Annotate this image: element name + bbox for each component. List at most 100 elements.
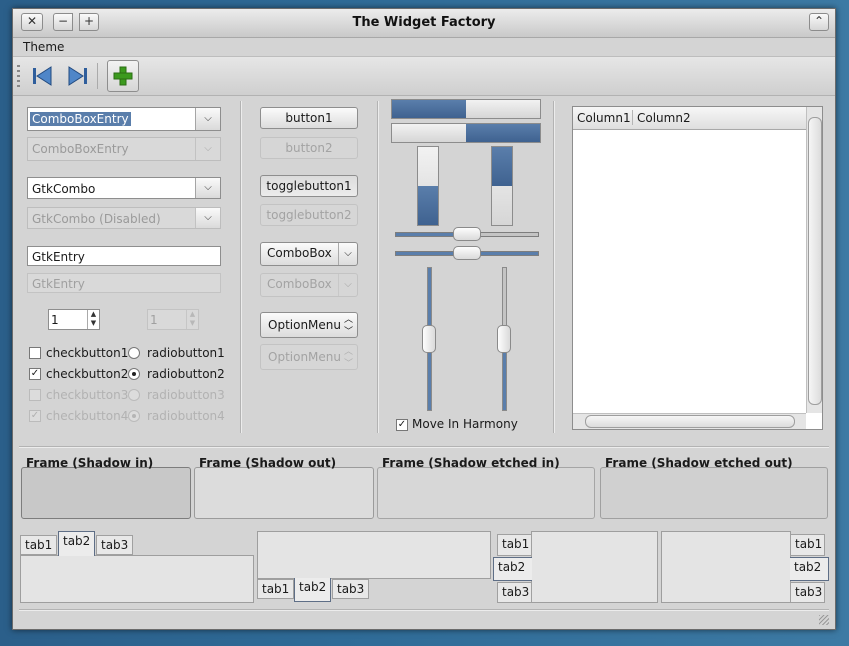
tab-tab3[interactable]: tab3: [790, 582, 825, 603]
move-in-harmony-box[interactable]: ✓: [396, 419, 408, 431]
radiobutton3-circle: [128, 389, 140, 401]
frame-shadow-etched-in: Frame (Shadow etched in): [377, 456, 595, 519]
gtk-combo-disabled: GtkCombo (Disabled) ⌵: [27, 207, 221, 229]
scale-knob[interactable]: [453, 246, 481, 260]
tab-tab2[interactable]: tab2: [493, 557, 532, 581]
horizontal-scrollbar[interactable]: [573, 413, 806, 429]
gtk-entry[interactable]: GtkEntry: [27, 246, 221, 266]
frame-shadow-etched-out: Frame (Shadow etched out): [600, 456, 828, 519]
tab-tab1[interactable]: tab1: [790, 534, 825, 556]
window-title: The Widget Factory: [352, 15, 496, 30]
checkbutton1-box[interactable]: [29, 347, 41, 359]
tab-tab3[interactable]: tab3: [332, 579, 370, 599]
chevron-down-icon[interactable]: ⌵: [195, 178, 220, 198]
tab-tab1[interactable]: tab1: [497, 534, 532, 556]
tab-tab3[interactable]: tab3: [497, 582, 532, 603]
checkbutton4-label: checkbutton4: [46, 409, 129, 423]
radiobutton1-label[interactable]: radiobutton1: [147, 346, 225, 360]
resize-grip-icon[interactable]: [819, 615, 829, 625]
scale-knob[interactable]: [497, 325, 511, 353]
option-menu-label[interactable]: OptionMenu: [268, 318, 341, 332]
combobox-entry-disabled-text: ComboBoxEntry: [32, 142, 129, 156]
chevron-down-icon[interactable]: ⌵: [195, 208, 220, 228]
combobox-label[interactable]: ComboBox: [267, 246, 332, 260]
progress-bar-vertical-2: [491, 146, 513, 226]
column-separator: [377, 101, 379, 433]
spin-button[interactable]: 1 ▲ ▼: [48, 309, 100, 330]
combobox-disabled: ComboBox ⌵: [260, 273, 358, 297]
gtk-combo-text[interactable]: GtkCombo: [32, 182, 95, 196]
shade-icon[interactable]: ⌃: [809, 13, 829, 31]
tab-tab1[interactable]: tab1: [257, 579, 295, 599]
go-first-icon[interactable]: [29, 63, 57, 89]
updown-icon: ︿ ﹀: [343, 347, 353, 369]
option-menu[interactable]: OptionMenu ︿ ﹀: [260, 312, 358, 338]
notebook-bottom-panel: [257, 531, 491, 579]
column-separator: [240, 101, 242, 433]
status-separator: [19, 609, 829, 611]
checkbutton3-label: checkbutton3: [46, 388, 129, 402]
notebook-top-panel: [20, 555, 254, 603]
column1-header[interactable]: Column1: [577, 111, 631, 125]
togglebutton1[interactable]: togglebutton1: [260, 175, 358, 197]
radio-dot: [132, 372, 136, 376]
radiobutton4-circle: [128, 410, 140, 422]
tab-tab1[interactable]: tab1: [20, 535, 58, 555]
add-button[interactable]: [107, 60, 139, 92]
tab-tab2[interactable]: tab2: [294, 578, 332, 602]
spin-arrows-icon[interactable]: ▲ ▼: [87, 310, 99, 329]
tree-view[interactable]: Column1 Column2: [572, 106, 823, 430]
main-window: ✕ − + The Widget Factory ⌃ Theme ComboBo…: [12, 8, 836, 630]
radiobutton2-circle[interactable]: [128, 368, 140, 380]
scale-knob[interactable]: [453, 227, 481, 241]
menu-bar: Theme: [13, 38, 835, 56]
checkbutton2-box[interactable]: ✓: [29, 368, 41, 380]
chevron-down-icon[interactable]: ⌵: [195, 108, 220, 130]
combobox-entry-text[interactable]: ComboBoxEntry: [30, 112, 131, 126]
toolbar: [13, 56, 835, 96]
radiobutton2-label[interactable]: radiobutton2: [147, 367, 225, 381]
tab-tab3[interactable]: tab3: [96, 535, 134, 555]
go-last-icon[interactable]: [63, 63, 91, 89]
toolbar-separator: [97, 63, 98, 89]
notebook-left-panel: [531, 531, 658, 603]
frame-shadow-etched-out-title: Frame (Shadow etched out): [605, 456, 793, 470]
scale-knob[interactable]: [422, 325, 436, 353]
frame-shadow-out-title: Frame (Shadow out): [199, 456, 337, 470]
spin-arrows-icon: ▲ ▼: [186, 310, 198, 329]
menu-theme[interactable]: Theme: [23, 40, 64, 54]
chevron-down-icon: ⌵: [195, 138, 220, 160]
title-bar[interactable]: ✕ − + The Widget Factory ⌃: [13, 9, 835, 38]
vertical-scroll-thumb[interactable]: [808, 117, 822, 405]
header-divider: [632, 110, 633, 125]
chevron-down-icon: ⌵: [338, 274, 357, 296]
tab-tab2[interactable]: tab2: [790, 557, 829, 581]
progress-bar-horizontal-1: [391, 99, 541, 119]
combobox-entry[interactable]: ComboBoxEntry ⌵: [27, 107, 221, 131]
button1[interactable]: button1: [260, 107, 358, 129]
frame-shadow-in-title: Frame (Shadow in): [26, 456, 154, 470]
toolbar-grip[interactable]: [17, 65, 20, 87]
radiobutton1-circle[interactable]: [128, 347, 140, 359]
progress-fill: [418, 186, 438, 225]
progress-fill: [492, 147, 512, 186]
checkbutton1-label[interactable]: checkbutton1: [46, 346, 128, 360]
combobox[interactable]: ComboBox ⌵: [260, 242, 358, 266]
vertical-scrollbar[interactable]: [806, 107, 822, 413]
gtk-combo[interactable]: GtkCombo ⌵: [27, 177, 221, 199]
move-in-harmony-label[interactable]: Move In Harmony: [412, 417, 518, 431]
frame-shadow-in: Frame (Shadow in): [21, 456, 191, 519]
chevron-down-icon[interactable]: ⌵: [338, 243, 357, 265]
column-separator: [553, 101, 555, 433]
tab-tab2[interactable]: tab2: [58, 531, 96, 556]
checkbutton2-label[interactable]: checkbutton2: [46, 367, 128, 381]
button2: button2: [260, 137, 358, 159]
column2-header[interactable]: Column2: [637, 111, 691, 125]
tree-header: Column1 Column2: [573, 107, 806, 130]
frame-shadow-etched-in-title: Frame (Shadow etched in): [382, 456, 560, 470]
spin-button-disabled-value: 1: [150, 313, 158, 327]
combobox-disabled-label: ComboBox: [267, 277, 332, 291]
option-menu-disabled: OptionMenu ︿ ﹀: [260, 344, 358, 370]
spin-button-value[interactable]: 1: [51, 313, 59, 327]
horizontal-scroll-thumb[interactable]: [585, 415, 795, 428]
